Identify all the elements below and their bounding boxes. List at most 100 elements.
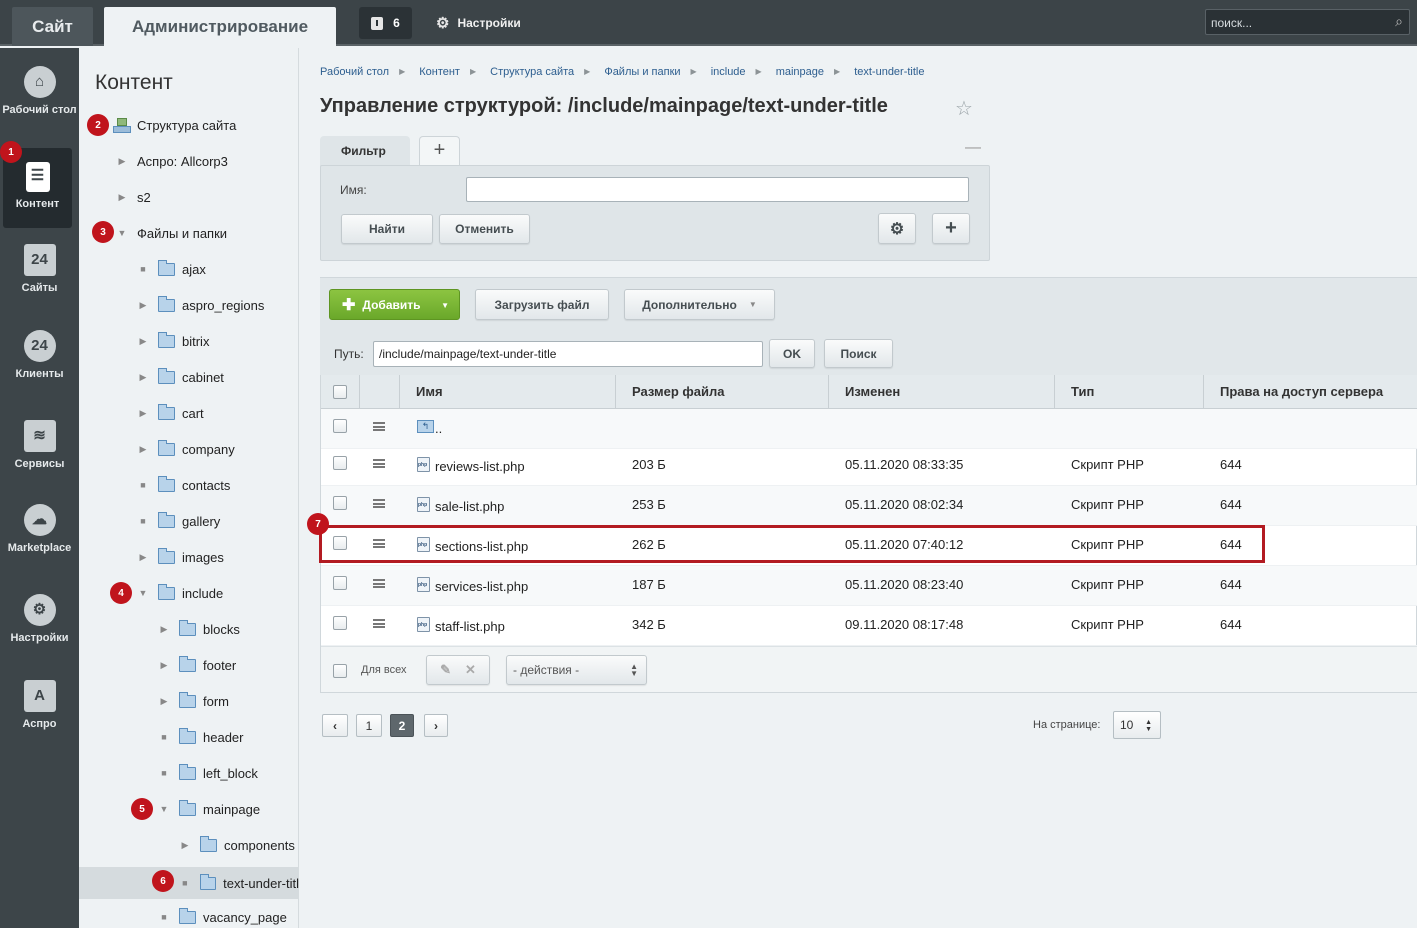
pager-page-button[interactable]: 1 — [356, 714, 382, 737]
row-menu-icon[interactable] — [373, 579, 385, 588]
tree-node-company[interactable]: ▶ company — [138, 437, 235, 461]
admin-tab[interactable]: Администрирование — [104, 7, 336, 46]
menu-item-sites[interactable]: 24 Сайты — [0, 244, 79, 324]
select-all-checkbox[interactable] — [333, 385, 347, 399]
file-name[interactable]: sale-list.php — [435, 499, 504, 514]
up-folder-icon[interactable]: ↰ — [417, 420, 434, 433]
filter-tab[interactable]: Фильтр — [320, 136, 410, 166]
menu-item-clients[interactable]: 24 Клиенты — [0, 330, 79, 410]
tree-node-blocks[interactable]: ▶ blocks — [159, 617, 240, 641]
file-name[interactable]: services-list.php — [435, 579, 528, 594]
row-menu-icon[interactable] — [373, 619, 385, 628]
pager-current-page[interactable]: 2 — [390, 714, 414, 737]
breadcrumb-item[interactable]: text-under-title — [854, 66, 924, 78]
search-input[interactable]: поиск... ⌕ — [1205, 9, 1410, 35]
site-tab[interactable]: Сайт — [12, 7, 93, 46]
breadcrumb-item[interactable]: Файлы и папки — [604, 66, 680, 78]
tree-node-left-block[interactable]: ■ left_block — [159, 761, 258, 785]
tree-node-gallery[interactable]: ■ gallery — [138, 509, 220, 533]
breadcrumb-item[interactable]: Контент — [419, 66, 460, 78]
up-label[interactable]: .. — [435, 421, 442, 436]
row-menu-icon[interactable] — [373, 459, 385, 468]
tree-node-mainpage[interactable]: ▼ mainpage — [159, 797, 260, 821]
row-checkbox[interactable] — [333, 419, 347, 433]
collapse-arrow-icon[interactable]: ▼ — [117, 228, 127, 238]
add-filter-tab-button[interactable]: + — [419, 136, 460, 166]
row-checkbox[interactable] — [333, 496, 347, 510]
tree-node-aspro-regions[interactable]: ▶ aspro_regions — [138, 293, 264, 317]
menu-item-marketplace[interactable]: ☁ Marketplace — [0, 504, 79, 584]
delete-icon[interactable]: ✕ — [465, 662, 476, 678]
tree-node-header[interactable]: ■ header — [159, 725, 243, 749]
column-header-modified[interactable]: Изменен — [829, 375, 1055, 409]
tree-node-aspro[interactable]: ▶ Аспро: Allcorp3 — [117, 149, 228, 173]
expand-arrow-icon[interactable]: ▶ — [138, 336, 148, 347]
expand-arrow-icon[interactable]: ▶ — [117, 192, 127, 203]
row-checkbox[interactable] — [333, 576, 347, 590]
row-menu-icon[interactable] — [373, 499, 385, 508]
file-name[interactable]: staff-list.php — [435, 619, 505, 634]
column-header-permissions[interactable]: Права на доступ сервера — [1204, 375, 1417, 409]
breadcrumb-item[interactable]: Структура сайта — [490, 66, 574, 78]
tree-node-bitrix[interactable]: ▶ bitrix — [138, 329, 209, 353]
expand-arrow-icon[interactable]: ▶ — [117, 156, 127, 167]
add-button[interactable]: ✚ Добавить ▼ — [329, 289, 460, 320]
tree-node-ajax[interactable]: ■ ajax — [138, 257, 206, 281]
tree-node-include[interactable]: ▼ include — [138, 581, 223, 605]
search-icon[interactable]: ⌕ — [1395, 13, 1403, 30]
expand-arrow-icon[interactable]: ▶ — [138, 408, 148, 419]
group-edit-delete-buttons[interactable]: ✎ ✕ — [426, 655, 490, 685]
cancel-button[interactable]: Отменить — [439, 214, 530, 244]
tree-node-contacts[interactable]: ■ contacts — [138, 473, 230, 497]
filter-name-input[interactable] — [466, 177, 969, 202]
menu-item-aspro[interactable]: A Аспро — [0, 680, 79, 760]
settings-link[interactable]: ⚙ Настройки — [436, 14, 521, 32]
tree-node-site-structure[interactable]: Структура сайта — [113, 113, 236, 137]
menu-item-desktop[interactable]: ⌂ Рабочий стол — [0, 66, 79, 146]
breadcrumb-item[interactable]: mainpage — [776, 66, 824, 78]
row-checkbox[interactable] — [333, 456, 347, 470]
per-page-select[interactable]: 10 ▲ ▼ — [1113, 711, 1161, 739]
table-row[interactable]: staff-list.php 342 Б 09.11.2020 08:17:48… — [321, 606, 1417, 646]
expand-arrow-icon[interactable]: ▶ — [138, 372, 148, 383]
find-button[interactable]: Найти — [341, 214, 433, 244]
expand-arrow-icon[interactable]: ▶ — [138, 300, 148, 311]
edit-icon[interactable]: ✎ — [440, 662, 451, 678]
row-checkbox[interactable] — [333, 616, 347, 630]
tree-node-text-under-title[interactable]: ■ text-under-titl — [79, 867, 299, 899]
breadcrumb-item[interactable]: Рабочий стол — [320, 66, 389, 78]
notifications-button[interactable]: 6 — [359, 7, 412, 39]
chevron-down-icon[interactable]: ▼ — [441, 301, 449, 310]
search-path-button[interactable]: Поиск — [824, 339, 893, 368]
expand-arrow-icon[interactable]: ▶ — [159, 660, 169, 671]
table-row[interactable]: reviews-list.php 203 Б 05.11.2020 08:33:… — [321, 446, 1417, 486]
tree-node-s2[interactable]: ▶ s2 — [117, 185, 151, 209]
menu-item-services[interactable]: ≋ Сервисы — [0, 420, 79, 500]
expand-arrow-icon[interactable]: ▶ — [159, 624, 169, 635]
menu-item-settings[interactable]: ⚙ Настройки — [0, 594, 79, 674]
collapse-filter-icon[interactable]: — — [965, 139, 981, 157]
tree-node-vacancy-page[interactable]: ■ vacancy_page — [159, 905, 287, 928]
expand-arrow-icon[interactable]: ▶ — [138, 444, 148, 455]
ok-button[interactable]: OK — [769, 339, 815, 368]
row-menu-icon[interactable] — [373, 422, 385, 431]
collapse-arrow-icon[interactable]: ▼ — [138, 588, 148, 598]
tree-node-cart[interactable]: ▶ cart — [138, 401, 204, 425]
path-input[interactable]: /include/mainpage/text-under-title — [373, 341, 763, 367]
expand-arrow-icon[interactable]: ▶ — [180, 840, 190, 851]
more-button[interactable]: Дополнительно ▼ — [624, 289, 775, 320]
add-filter-field-button[interactable]: + — [932, 213, 970, 244]
column-header-size[interactable]: Размер файла — [616, 375, 829, 409]
table-row-parent[interactable]: ↰ .. — [321, 409, 1417, 449]
tree-node-footer[interactable]: ▶ footer — [159, 653, 236, 677]
file-name[interactable]: reviews-list.php — [435, 459, 525, 474]
tree-node-images[interactable]: ▶ images — [138, 545, 224, 569]
column-header-type[interactable]: Тип — [1055, 375, 1204, 409]
select-all-bottom-checkbox[interactable] — [333, 664, 347, 678]
column-header-name[interactable]: Имя — [400, 375, 616, 409]
tree-node-form[interactable]: ▶ form — [159, 689, 229, 713]
pager-prev-button[interactable]: ‹ — [322, 714, 348, 737]
table-row[interactable]: sale-list.php 253 Б 05.11.2020 08:02:34 … — [321, 486, 1417, 526]
filter-settings-gear-icon[interactable]: ⚙ — [878, 213, 916, 244]
actions-select[interactable]: - действия - ▲ ▼ — [506, 655, 647, 685]
